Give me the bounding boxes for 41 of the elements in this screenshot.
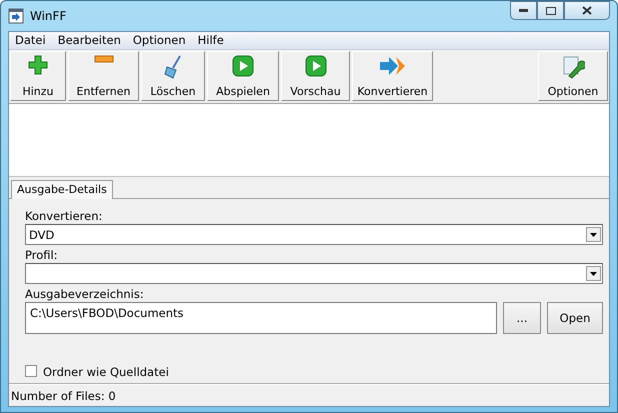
close-icon: [582, 6, 592, 15]
window-title: WinFF: [30, 9, 66, 23]
dropdown[interactable]: [25, 263, 603, 284]
dropdown-arrow-button[interactable]: [586, 266, 601, 281]
wrench-icon: [561, 55, 585, 79]
toolbar-button[interactable]: Hinzu: [10, 51, 66, 101]
menu-item[interactable]: Hilfe: [192, 32, 230, 49]
close-button[interactable]: [564, 1, 610, 20]
double-arrow-icon: [378, 55, 406, 77]
plus-icon: [28, 55, 48, 75]
toolbar-button[interactable]: Optionen: [538, 51, 608, 101]
maximize-button[interactable]: [537, 1, 564, 20]
status-text: Number of Files: 0: [11, 388, 116, 402]
checkbox[interactable]: [25, 365, 37, 377]
menu-item[interactable]: Datei: [9, 32, 52, 49]
dropdown[interactable]: DVD: [25, 224, 603, 245]
toolbar-button[interactable]: Konvertieren: [352, 51, 433, 101]
toolbar-button[interactable]: Vorschau: [281, 51, 350, 101]
app-icon: [8, 8, 24, 24]
minimize-button[interactable]: [510, 1, 537, 20]
field-label: Profil:: [25, 248, 59, 262]
tab[interactable]: Ausgabe-Details: [11, 180, 113, 199]
dropdown-arrow-button[interactable]: [586, 227, 601, 242]
play-icon: [232, 55, 254, 77]
maximize-icon: [546, 6, 556, 14]
browse-button[interactable]: ...: [503, 302, 541, 334]
field-label: Konvertieren:: [25, 209, 104, 223]
toolbar-button[interactable]: Löschen: [141, 51, 205, 101]
minimize-icon: [519, 8, 528, 12]
toolbar-button[interactable]: Abspielen: [207, 51, 279, 101]
minus-icon: [94, 55, 114, 63]
field-label: Ausgabeverzeichnis:: [25, 287, 145, 301]
toolbar-button[interactable]: Entfernen: [68, 51, 139, 101]
menu-item[interactable]: Optionen: [126, 32, 192, 49]
caret-icon: [590, 272, 597, 276]
play-icon: [304, 55, 326, 77]
input-field[interactable]: C:\Users\FBOD\Documents: [25, 302, 497, 334]
open-button[interactable]: Open: [547, 302, 603, 334]
menu-item[interactable]: Bearbeiten: [52, 32, 127, 49]
checkbox-label: Ordner wie Quelldatei: [43, 365, 169, 379]
caret-icon: [590, 232, 597, 236]
